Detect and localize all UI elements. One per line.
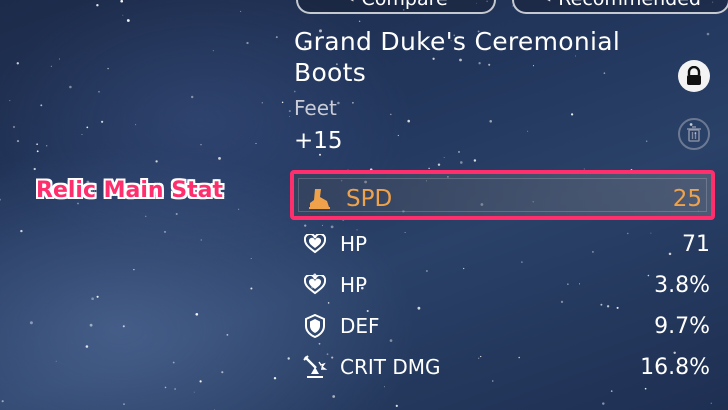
arrow-left-icon: ◀ bbox=[541, 0, 550, 7]
sub-stat-value: 9.7% bbox=[654, 313, 710, 339]
recommended-label: Recommended bbox=[558, 0, 701, 10]
sub-stat-row: HP 3.8% bbox=[290, 265, 710, 305]
main-stat-highlight: SPD 25 bbox=[290, 170, 715, 220]
sub-stat-row: DEF 9.7% bbox=[290, 306, 710, 346]
main-stat-annotation: Relic Main Stat bbox=[36, 178, 223, 203]
relic-name: Grand Duke's Ceremonial Boots bbox=[294, 27, 621, 87]
recommended-button[interactable]: ◀ Recommended bbox=[512, 0, 728, 14]
sub-stat-row: HP 71 bbox=[290, 224, 710, 264]
heart-icon bbox=[302, 231, 328, 257]
arrow-left-icon: ◀ bbox=[344, 0, 353, 7]
discard-button[interactable] bbox=[678, 118, 710, 150]
sub-stat-name: HP bbox=[340, 273, 368, 297]
compare-button[interactable]: ◀ Compare bbox=[296, 0, 496, 14]
heart-icon bbox=[302, 272, 328, 298]
crit-dmg-icon bbox=[302, 354, 328, 380]
main-stat-value: 25 bbox=[672, 186, 702, 212]
boot-icon bbox=[306, 186, 332, 212]
trash-icon bbox=[687, 126, 701, 142]
sub-stat-value: 16.8% bbox=[640, 354, 710, 380]
sub-stat-name: CRIT DMG bbox=[340, 355, 441, 379]
sub-stat-value: 3.8% bbox=[654, 272, 710, 298]
relic-slot: Feet bbox=[294, 96, 337, 120]
main-stat-row: SPD 25 bbox=[294, 179, 714, 219]
lock-button[interactable] bbox=[678, 60, 710, 92]
sub-stat-row: CRIT DMG 16.8% bbox=[290, 347, 710, 387]
lock-icon bbox=[687, 66, 701, 85]
sub-stat-name: DEF bbox=[340, 314, 380, 338]
relic-level: +15 bbox=[294, 128, 343, 154]
relic-detail-panel: ◀ Compare ◀ Recommended Grand Duke's Cer… bbox=[290, 0, 728, 410]
shield-icon bbox=[302, 313, 328, 339]
main-stat-name: SPD bbox=[346, 186, 393, 212]
sub-stat-value: 71 bbox=[682, 231, 710, 257]
compare-label: Compare bbox=[362, 0, 448, 10]
sub-stat-name: HP bbox=[340, 232, 368, 256]
